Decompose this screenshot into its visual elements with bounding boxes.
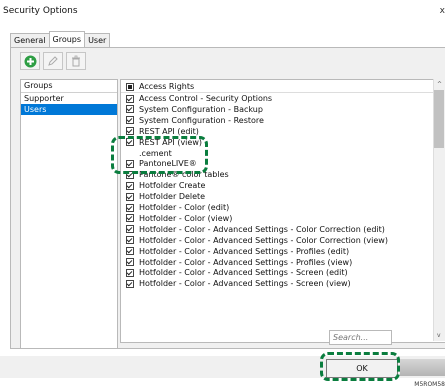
access-right-label: Hotfolder - Color - Advanced Settings - … xyxy=(139,257,353,267)
scrollbar-thumb[interactable] xyxy=(434,90,444,148)
access-right-label: Hotfolder - Color - Advanced Settings - … xyxy=(139,235,388,245)
access-right-checkbox[interactable] xyxy=(126,94,134,103)
scroll-up-icon[interactable]: ^ xyxy=(437,81,442,88)
access-right-label: System Configuration - Backup xyxy=(139,104,263,114)
access-rights-list: Access Rights Access Control - Security … xyxy=(120,79,445,343)
access-right-row: Access Control - Security Options xyxy=(121,93,272,104)
access-right-row: Hotfolder - Color - Advanced Settings - … xyxy=(121,278,351,289)
cancel-button[interactable] xyxy=(400,359,445,376)
access-right-label: Hotfolder - Color (edit) xyxy=(139,203,230,212)
group-item-supporter[interactable]: Supporter xyxy=(21,93,117,104)
close-button[interactable]: x xyxy=(440,6,445,16)
access-rights-header-label: Access Rights xyxy=(139,82,195,91)
access-right-row: Hotfolder - Color - Advanced Settings - … xyxy=(121,246,349,257)
access-right-checkbox[interactable] xyxy=(126,214,134,223)
ok-callout xyxy=(320,352,400,381)
scroll-down-icon[interactable]: v xyxy=(437,332,441,339)
rest-api-callout xyxy=(111,136,208,174)
access-right-row: Hotfolder Create xyxy=(121,180,205,191)
access-right-label: System Configuration - Restore xyxy=(139,115,264,125)
tab-user[interactable]: User xyxy=(84,33,111,47)
access-right-checkbox[interactable] xyxy=(126,105,134,114)
access-right-checkbox[interactable] xyxy=(126,225,134,234)
access-rights-header: Access Rights xyxy=(121,81,194,92)
access-right-label: Hotfolder - Color - Advanced Settings - … xyxy=(139,268,348,278)
edit-group-button[interactable] xyxy=(43,52,63,70)
groups-list: Groups Supporter Users xyxy=(20,79,118,349)
window-title: Security Options xyxy=(3,6,78,16)
access-right-row: System Configuration - Backup xyxy=(121,104,263,115)
access-right-checkbox[interactable] xyxy=(126,203,134,212)
access-right-label: Hotfolder Create xyxy=(139,181,206,191)
access-right-label: Hotfolder - Color (view) xyxy=(139,213,233,223)
delete-group-button[interactable] xyxy=(66,52,86,70)
tab-bar: General Groups User xyxy=(10,31,111,47)
access-right-label: Hotfolder - Color - Advanced Settings - … xyxy=(139,246,350,256)
pencil-icon xyxy=(48,56,58,66)
search-input[interactable]: Search... xyxy=(329,330,392,345)
tab-groups[interactable]: Groups xyxy=(48,31,86,47)
access-right-checkbox[interactable] xyxy=(126,116,134,125)
access-right-row: Hotfolder - Color - Advanced Settings - … xyxy=(121,224,385,235)
access-right-row: Hotfolder Delete xyxy=(121,191,205,202)
access-right-checkbox[interactable] xyxy=(126,236,134,245)
access-right-checkbox[interactable] xyxy=(126,181,134,190)
access-right-row: System Configuration - Restore xyxy=(121,115,264,126)
access-right-row: Hotfolder - Color - Advanced Settings - … xyxy=(121,235,388,246)
tab-general[interactable]: General xyxy=(10,33,50,47)
groups-header: Groups xyxy=(21,80,117,93)
access-right-checkbox[interactable] xyxy=(126,268,134,277)
access-right-label: Access Control - Security Options xyxy=(139,94,273,103)
access-right-label: Hotfolder - Color - Advanced Settings - … xyxy=(139,279,351,289)
plus-circle-icon xyxy=(24,55,36,67)
figure-code: M5ROM58 xyxy=(414,381,445,388)
access-right-checkbox[interactable] xyxy=(126,192,134,201)
group-item-users[interactable]: Users xyxy=(21,104,117,115)
access-right-label: Hotfolder Delete xyxy=(139,192,206,202)
select-all-checkbox[interactable] xyxy=(126,82,134,91)
access-right-row: Hotfolder - Color - Advanced Settings - … xyxy=(121,257,352,268)
add-group-button[interactable] xyxy=(20,52,40,70)
access-right-checkbox[interactable] xyxy=(126,127,134,136)
access-right-row: Hotfolder - Color (edit) xyxy=(121,202,229,213)
access-right-checkbox[interactable] xyxy=(126,279,134,288)
access-right-checkbox[interactable] xyxy=(126,258,134,266)
access-right-row: Hotfolder - Color (view) xyxy=(121,213,232,224)
access-right-row: Hotfolder - Color - Advanced Settings - … xyxy=(121,267,348,278)
access-right-label: Hotfolder - Color - Advanced Settings - … xyxy=(139,224,385,234)
access-right-checkbox[interactable] xyxy=(126,247,134,256)
trash-icon xyxy=(72,55,80,67)
group-toolbar xyxy=(20,52,86,70)
